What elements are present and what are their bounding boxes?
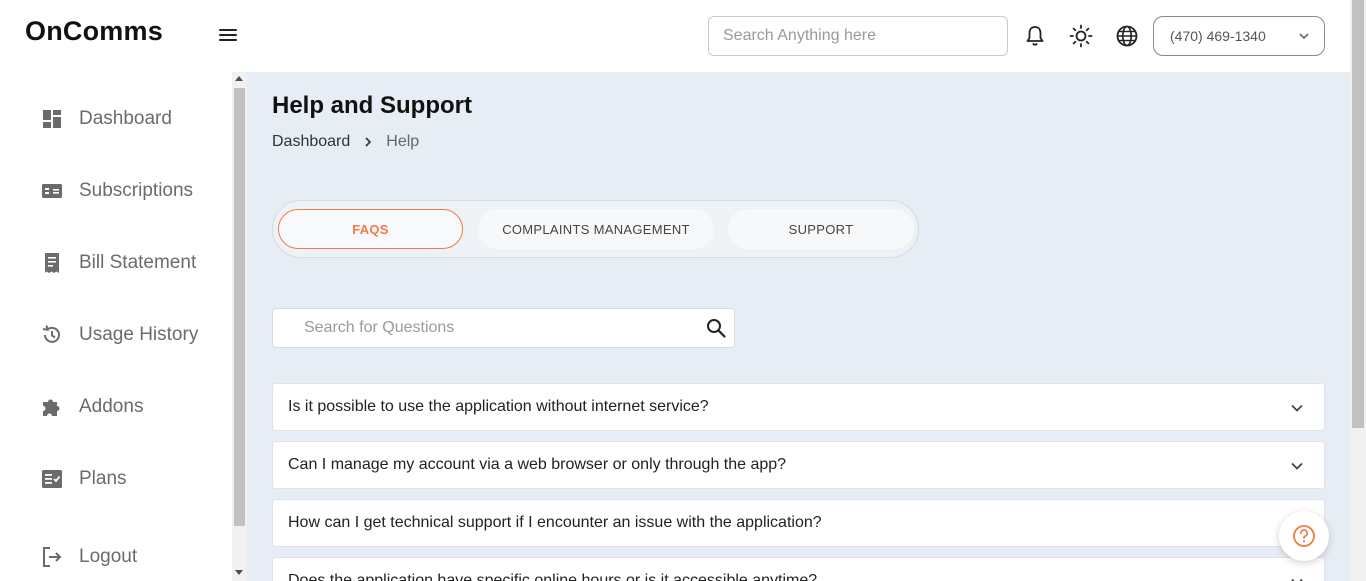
sidebar-scrollbar[interactable]	[232, 72, 247, 581]
main-content: Help and Support Dashboard Help FAQS COM…	[247, 72, 1350, 581]
sidebar-item-addons[interactable]: Addons	[40, 387, 143, 427]
sidebar-item-label: Logout	[79, 546, 138, 567]
page-scroll-thumb[interactable]	[1352, 0, 1364, 428]
faq-search-input[interactable]	[273, 309, 693, 347]
faq-item[interactable]: Can I manage my account via a web browse…	[272, 441, 1325, 489]
breadcrumb-current: Help	[386, 133, 420, 150]
bell-icon[interactable]	[1022, 23, 1048, 49]
phone-number-value: (470) 469-1340	[1170, 28, 1266, 44]
sidebar-item-dashboard[interactable]: Dashboard	[40, 99, 172, 139]
sidebar-item-subscriptions[interactable]: Subscriptions	[40, 171, 193, 211]
top-header: OnComms (470) 469-1340	[0, 0, 1350, 72]
tab-complaints-management[interactable]: COMPLAINTS MANAGEMENT	[478, 209, 714, 249]
faq-question: Does the application have specific onlin…	[288, 572, 818, 581]
scroll-down-arrow-icon[interactable]	[235, 570, 243, 575]
sidebar-item-label: Subscriptions	[79, 180, 194, 201]
puzzle-icon	[40, 395, 64, 419]
tab-faqs[interactable]: FAQS	[278, 209, 463, 249]
chevron-down-icon[interactable]	[1290, 575, 1304, 581]
sidebar-item-plans[interactable]: Plans	[40, 459, 127, 499]
chevron-right-icon	[364, 136, 372, 148]
page-scrollbar[interactable]	[1350, 0, 1366, 581]
chevron-down-icon	[1299, 33, 1309, 40]
plans-icon	[40, 467, 64, 491]
dashboard-icon	[40, 107, 64, 131]
receipt-icon	[40, 251, 64, 275]
phone-number-select[interactable]: (470) 469-1340	[1153, 16, 1325, 56]
faq-question: How can I get technical support if I enc…	[288, 514, 822, 531]
brand-logo[interactable]: OnComms	[25, 16, 163, 47]
breadcrumb-home-link[interactable]: Dashboard	[272, 133, 350, 151]
scroll-up-arrow-icon[interactable]	[235, 76, 243, 81]
faq-item[interactable]: How can I get technical support if I enc…	[272, 499, 1325, 547]
chevron-down-icon[interactable]	[1290, 401, 1304, 415]
chevron-down-icon[interactable]	[1290, 459, 1304, 473]
logout-icon	[40, 545, 64, 569]
faq-search-box	[272, 308, 735, 348]
sun-icon[interactable]	[1068, 23, 1094, 49]
sidebar-item-label: Dashboard	[79, 108, 172, 129]
history-icon	[40, 323, 64, 347]
sidebar-item-label: Addons	[79, 396, 144, 417]
breadcrumb: Dashboard Help	[272, 133, 419, 151]
sidebar-scroll-thumb[interactable]	[234, 88, 245, 526]
sidebar-item-label: Bill Statement	[79, 252, 197, 273]
help-fab-button[interactable]	[1279, 511, 1329, 561]
faq-question: Is it possible to use the application wi…	[288, 398, 709, 415]
faq-question: Can I manage my account via a web browse…	[288, 456, 787, 473]
faq-item[interactable]: Is it possible to use the application wi…	[272, 383, 1325, 431]
tab-support[interactable]: SUPPORT	[728, 209, 914, 249]
menu-icon[interactable]	[216, 26, 240, 46]
sidebar-item-label: Usage History	[79, 324, 199, 345]
sidebar-item-logout[interactable]: Logout	[40, 537, 137, 577]
sidebar: Dashboard Subscriptions Bill Statement U…	[0, 72, 232, 581]
question-circle-icon	[1293, 525, 1315, 547]
subscriptions-icon	[40, 179, 64, 203]
sidebar-item-usage-history[interactable]: Usage History	[40, 315, 198, 355]
sidebar-item-label: Plans	[79, 468, 127, 489]
global-search-input[interactable]	[708, 16, 1008, 56]
help-tabs: FAQS COMPLAINTS MANAGEMENT SUPPORT	[272, 200, 919, 258]
globe-icon[interactable]	[1114, 23, 1140, 49]
faq-item[interactable]: Does the application have specific onlin…	[272, 557, 1325, 581]
sidebar-item-bill-statement[interactable]: Bill Statement	[40, 243, 196, 283]
search-icon[interactable]	[706, 318, 726, 338]
page-title: Help and Support	[272, 92, 472, 119]
